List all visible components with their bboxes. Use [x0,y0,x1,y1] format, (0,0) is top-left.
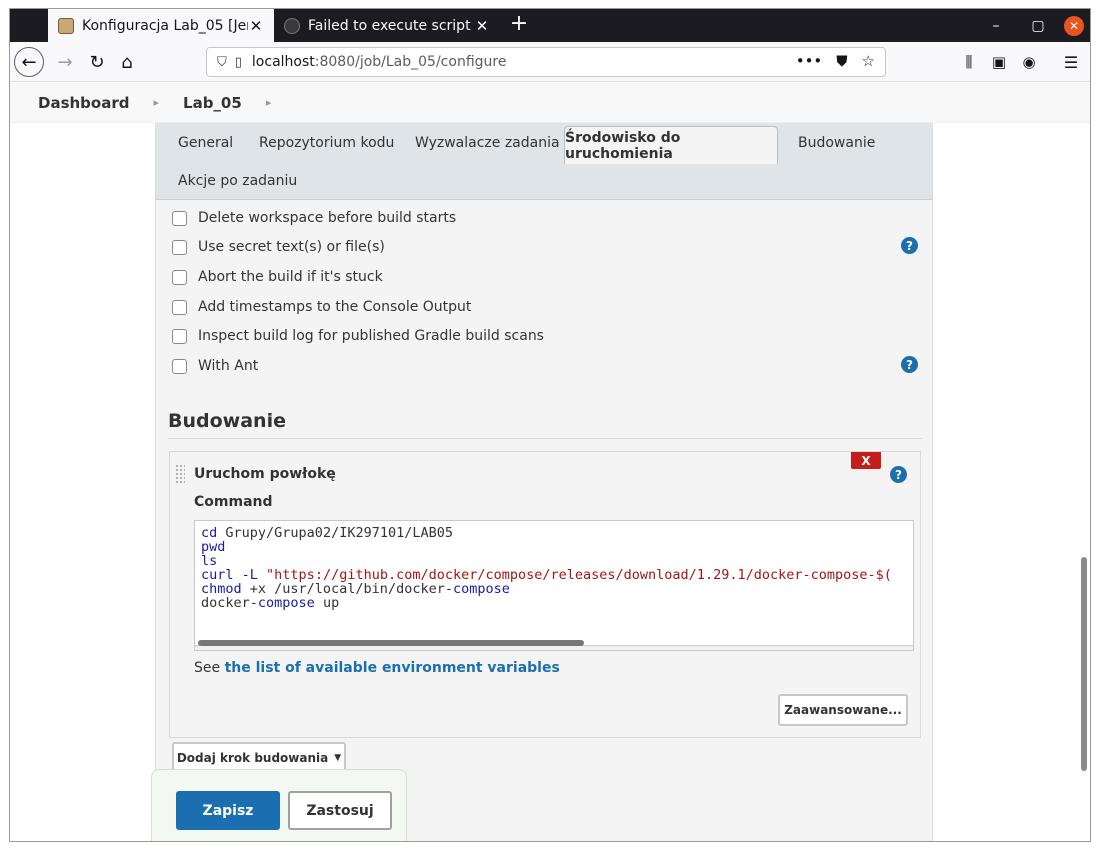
maximize-icon[interactable]: ▢ [1020,9,1056,42]
env-vars-link[interactable]: the list of available environment variab… [225,660,560,676]
menu-icon[interactable]: ☰ [1056,47,1086,77]
option-label: With Ant [198,358,259,374]
checkbox[interactable] [172,269,187,285]
option-label: Use secret text(s) or file(s) [198,239,385,255]
apply-button[interactable]: Zastosuj [288,791,392,830]
step-title: Uruchom powłokę [194,466,336,482]
sidebar-icon[interactable]: ▣ [984,47,1014,77]
page-scrollbar[interactable] [1081,557,1087,771]
nav-bar: ← → ↻ ⌂ ⛉ ▯ localhost:8080/job/Lab_05/co… [10,42,1090,82]
see-prefix: See [194,660,221,676]
code-line: Grupy/Grupa02/IK297101/LAB05 [225,525,453,541]
option-delete-workspace[interactable]: Delete workspace before build starts [172,210,456,226]
reload-icon[interactable]: ↻ [82,47,112,77]
checkbox[interactable] [172,358,187,374]
pocket-icon[interactable]: ⛊ [836,52,847,70]
close-icon[interactable]: ✕ [248,17,264,35]
home-icon[interactable]: ⌂ [112,47,142,77]
caret-down-icon: ▼ [334,752,342,763]
option-abort-stuck[interactable]: Abort the build if it's stuck [172,269,383,285]
more-actions-icon[interactable]: ••• [796,52,823,70]
config-panel: General Repozytorium kodu Wyzwalacze zad… [155,123,933,841]
chevron-right-icon[interactable]: ▸ [266,96,272,109]
config-page: General Repozytorium kodu Wyzwalacze zad… [10,123,1090,841]
checkbox[interactable] [172,328,187,344]
option-gradle-scans[interactable]: Inspect build log for published Gradle b… [172,328,544,344]
page-info-icon: ▯ [234,54,242,70]
url-path: :8080/job/Lab_05/configure [314,54,507,70]
browser-tab-github[interactable]: Failed to execute script docker-compose … [274,9,500,42]
tab-environment[interactable]: Środowisko do uruchomienia [564,126,778,164]
add-build-step-label: Dodaj krok budowania [176,750,329,765]
new-tab-icon[interactable]: + [506,12,532,38]
forward-arrow-icon[interactable]: → [50,47,80,77]
help-icon[interactable]: ? [901,356,918,373]
section-heading-build: Budowanie [168,410,922,439]
option-label: Abort the build if it's stuck [198,269,383,285]
library-icon[interactable]: ⫼ [954,47,984,77]
breadcrumb: Dashboard ▸ Lab_05 ▸ [10,83,1090,123]
command-editor[interactable]: cd Grupy/Grupa02/IK297101/LAB05 pwd ls c… [194,520,914,651]
url-bar[interactable]: ⛉ ▯ localhost:8080/job/Lab_05/configure … [206,47,886,77]
tab-title: Konfiguracja Lab_05 [Jenkins] [82,17,248,34]
tab-repository[interactable]: Repozytorium kodu [259,135,394,151]
delete-step-button[interactable]: X [851,452,881,469]
env-vars-hint: See the list of available environment va… [194,660,560,676]
close-icon: ✕ [1064,15,1084,36]
option-timestamps[interactable]: Add timestamps to the Console Output [172,299,471,315]
tab-strip: Konfiguracja Lab_05 [Jenkins] ✕ Failed t… [10,9,1090,42]
tab-title: Failed to execute script docker-compose [308,17,474,34]
github-favicon-icon [284,17,300,34]
back-arrow-icon[interactable]: ← [14,47,44,77]
chevron-right-icon[interactable]: ▸ [153,96,159,109]
tab-general[interactable]: General [178,135,233,151]
tab-build[interactable]: Budowanie [798,135,875,151]
shell-build-step: Uruchom powłokę X ? Command cd Grupy/Gru… [169,451,921,738]
option-label: Add timestamps to the Console Output [198,299,472,315]
checkbox[interactable] [172,210,187,226]
help-icon[interactable]: ? [901,237,918,254]
shield-icon: ⛉ [217,54,227,70]
browser-tab-jenkins[interactable]: Konfiguracja Lab_05 [Jenkins] ✕ [48,9,274,42]
tab-triggers[interactable]: Wyzwalacze zadania [415,135,560,151]
command-label: Command [194,494,273,510]
advanced-button[interactable]: Zaawansowane... [778,694,908,726]
breadcrumb-job[interactable]: Lab_05 [183,94,242,112]
account-icon[interactable]: ◉ [1014,47,1044,77]
option-secret-text[interactable]: Use secret text(s) or file(s) [172,239,385,255]
option-label: Inspect build log for published Gradle b… [198,328,544,344]
bookmark-star-icon[interactable]: ☆ [862,52,875,70]
breadcrumb-dashboard[interactable]: Dashboard [38,94,129,112]
save-button[interactable]: Zapisz [176,791,280,830]
help-icon[interactable]: ? [890,466,907,483]
config-tabs: General Repozytorium kodu Wyzwalacze zad… [156,123,932,200]
window-close-button[interactable]: ✕ [1056,9,1090,42]
editor-horizontal-scrollbar[interactable] [198,640,584,646]
drag-handle-icon[interactable] [175,464,185,484]
option-label: Delete workspace before build starts [198,210,457,226]
option-with-ant[interactable]: With Ant [172,358,258,374]
checkbox[interactable] [172,299,187,315]
minimize-icon[interactable]: – [978,9,1014,42]
browser-window: Konfiguracja Lab_05 [Jenkins] ✕ Failed t… [9,8,1091,842]
tab-post-build[interactable]: Akcje po zadaniu [178,173,297,189]
jenkins-favicon-icon [58,17,74,34]
close-icon[interactable]: ✕ [474,17,490,35]
url-host: localhost [251,54,315,70]
checkbox[interactable] [172,239,187,255]
